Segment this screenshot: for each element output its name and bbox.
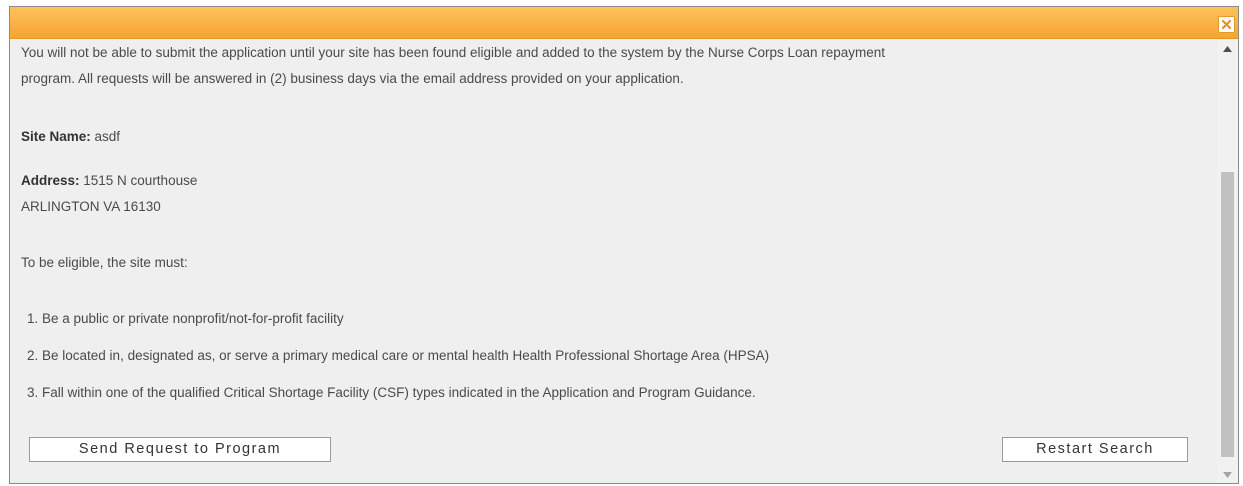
scroll-down-button[interactable] <box>1217 466 1238 483</box>
intro-text-line-2: program. All requests will be answered i… <box>21 71 684 86</box>
address-label: Address: <box>21 173 80 188</box>
criteria-item: 1. Be a public or private nonprofit/not-… <box>27 311 344 326</box>
scroll-thumb[interactable] <box>1221 172 1234 457</box>
close-x-icon <box>1222 20 1231 29</box>
intro-text-line-1: You will not be able to submit the appli… <box>21 45 886 60</box>
vertical-scrollbar[interactable] <box>1217 40 1238 483</box>
restart-search-button[interactable]: Restart Search <box>1002 437 1188 462</box>
scroll-down-arrow-icon <box>1223 471 1232 478</box>
address-line-2: ARLINGTON VA 16130 <box>21 199 161 214</box>
scroll-up-button[interactable] <box>1217 40 1238 57</box>
send-request-button[interactable]: Send Request to Program <box>29 437 331 462</box>
close-button[interactable] <box>1218 16 1235 33</box>
dialog-title-bar <box>10 7 1238 39</box>
site-name-label: Site Name: <box>21 129 91 144</box>
site-name-value: asdf <box>90 129 121 144</box>
criteria-item: 3. Fall within one of the qualified Crit… <box>27 385 756 400</box>
criteria-item: 2. Be located in, designated as, or serv… <box>27 348 770 363</box>
scroll-up-arrow-icon <box>1223 45 1232 52</box>
address-line-1: 1515 N courthouse <box>79 173 198 188</box>
site-name-row: Site Name: asdf <box>21 124 120 150</box>
eligibility-dialog: You will not be able to submit the appli… <box>9 6 1239 484</box>
eligibility-heading: To be eligible, the site must: <box>21 255 188 270</box>
dialog-content: You will not be able to submit the appli… <box>10 40 1217 483</box>
address-row: Address: 1515 N courthouse <box>21 168 197 194</box>
